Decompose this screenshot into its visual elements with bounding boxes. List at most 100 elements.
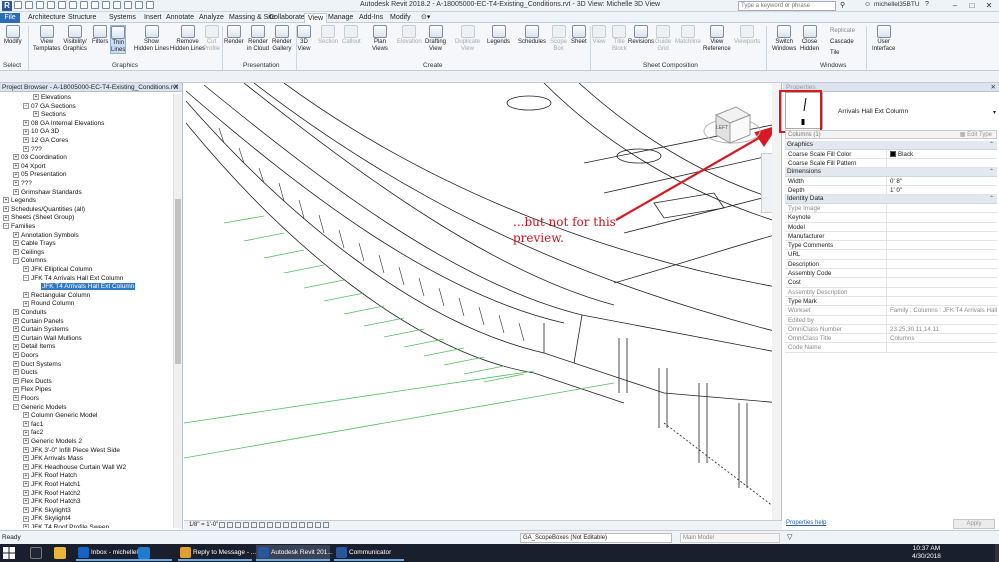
tree-item[interactable]: + JFK T4 Roof Profile Sweep (23, 524, 109, 528)
apply-button[interactable]: Apply (953, 519, 995, 529)
tab-collaborate[interactable]: Collaborate (266, 13, 308, 23)
tree-item[interactable]: + Curtain Panels (13, 318, 64, 327)
viewports-button[interactable]: Viewports (734, 25, 760, 46)
worksharing-icon[interactable] (299, 522, 305, 529)
user-interface-button[interactable]: User Interface (872, 25, 895, 52)
taskbar-app[interactable]: Autodesk Revit 201... (256, 545, 333, 561)
tree-item[interactable]: + Flex Ducts (13, 378, 52, 387)
tree-item[interactable]: + JFK 3'-0" Infill Piece West Side (23, 447, 120, 456)
collapse-icon[interactable]: − (3, 223, 9, 230)
expand-icon[interactable]: + (13, 335, 19, 342)
tree-item[interactable]: + Elevations (33, 94, 71, 103)
tree-item[interactable]: + JFK Roof Hatch3 (23, 498, 81, 507)
title-block-button[interactable]: Title Block (612, 25, 627, 52)
thin-lines-icon[interactable] (124, 1, 132, 9)
cut-profile-button[interactable]: Cut Profile (203, 25, 220, 52)
property-value[interactable] (887, 213, 997, 221)
guide-grid-button[interactable]: Guide Grid (655, 25, 671, 52)
expand-icon[interactable]: + (23, 137, 29, 144)
properties-help-link[interactable]: Properties help (786, 520, 826, 526)
render-button[interactable]: Render (224, 25, 244, 46)
tree-item[interactable]: + Ducts (13, 369, 38, 378)
3d-view-icon[interactable] (102, 1, 110, 9)
expand-icon[interactable]: + (13, 154, 19, 161)
expand-icon[interactable]: + (23, 266, 29, 273)
panel-label-create[interactable]: Create (423, 62, 443, 69)
tree-item[interactable]: + Curtain Systems (13, 326, 69, 335)
section-icon[interactable] (113, 1, 121, 9)
tree-item[interactable]: +10 GA 3D (23, 128, 59, 137)
expand-icon[interactable]: + (23, 481, 29, 488)
tree-item[interactable]: + Grimshaw Standards (13, 189, 82, 198)
open-icon[interactable] (14, 1, 22, 9)
property-value[interactable] (887, 159, 997, 167)
tree-item[interactable]: + JFK Arrivals Mass (23, 455, 83, 464)
tree-item[interactable]: + Cable Trays (13, 240, 56, 249)
expand-icon[interactable]: + (13, 395, 19, 402)
tree-item[interactable]: + JFK Skylight3 (23, 507, 71, 516)
panel-label-sheet-composition[interactable]: Sheet Composition (643, 62, 698, 69)
property-value[interactable] (887, 297, 997, 305)
collapse-icon[interactable]: ⌃ (989, 141, 994, 150)
expand-icon[interactable]: + (13, 343, 19, 350)
sheet-button[interactable]: Sheet (571, 25, 587, 46)
task-view-icon[interactable] (30, 547, 42, 559)
tree-item[interactable]: + Annotation Symbols (13, 232, 79, 241)
search-input[interactable]: Type a keyword or phrase (738, 1, 836, 11)
reveal-hidden-icon[interactable] (291, 522, 297, 529)
close-hidden-icon[interactable] (135, 1, 143, 9)
switch-windows-button[interactable]: Switch Windows (772, 25, 796, 52)
expand-icon[interactable]: + (13, 163, 19, 170)
modify-button[interactable]: Modify (4, 25, 22, 46)
tree-item[interactable]: − Generic Models (13, 404, 67, 413)
expand-icon[interactable]: + (23, 300, 29, 307)
revisions-button[interactable]: Revisions (628, 25, 654, 46)
tab-analyze[interactable]: Analyze (196, 13, 227, 23)
show-desktop-button[interactable] (995, 544, 999, 562)
tree-item[interactable]: JFK T4 Arrivals Hall Ext Column (33, 283, 136, 292)
taskbar-app[interactable]: Communicator (334, 545, 404, 561)
tab-manage[interactable]: Manage (325, 13, 356, 23)
expand-icon[interactable]: + (23, 464, 29, 471)
collapse-icon[interactable]: ⌃ (989, 195, 994, 204)
plan-views-button[interactable]: Plan Views (372, 25, 388, 52)
windows-start-icon[interactable] (3, 547, 15, 559)
highlight-icon[interactable] (315, 522, 321, 529)
tree-item[interactable]: +04 Xport (13, 163, 46, 172)
analytical-icon[interactable] (307, 522, 313, 529)
tree-item[interactable]: + Ceilings (13, 249, 44, 258)
expand-icon[interactable]: + (23, 438, 29, 445)
model-drawing[interactable] (184, 83, 782, 520)
tree-item[interactable]: + JFK Headhouse Curtain Wall W2 (23, 464, 126, 473)
drafting-view-button[interactable]: Drafting View (425, 25, 446, 52)
tree-item[interactable]: +03 Coordination (13, 154, 67, 163)
collapse-icon[interactable]: − (23, 102, 29, 109)
tab-view[interactable]: View (304, 13, 328, 23)
tree-item[interactable]: + fac1 (23, 421, 43, 430)
tab-structure[interactable]: Structure (65, 13, 99, 23)
tree-item[interactable]: +??? (13, 180, 32, 189)
tree-item[interactable]: + Sections (33, 111, 66, 120)
expand-icon[interactable]: + (13, 180, 19, 187)
expand-icon[interactable]: + (13, 386, 19, 393)
matchline-button[interactable]: Matchline (675, 25, 701, 46)
active-workset-select[interactable]: GA_ScopeBoxes (Not Editable) (520, 533, 672, 543)
visibility-graphics-button[interactable]: Visibility/ Graphics (63, 25, 87, 52)
tree-item[interactable]: + Conduits (13, 309, 47, 318)
edit-type-button[interactable]: ▦ Edit Type (960, 131, 992, 139)
expand-icon[interactable]: + (23, 292, 29, 299)
expand-icon[interactable]: + (23, 421, 29, 428)
tree-item[interactable]: + JFK Roof Hatch2 (23, 490, 81, 499)
expand-icon[interactable]: + (13, 317, 19, 324)
tree-item[interactable]: + JFK Roof Hatch (23, 472, 77, 481)
elevation-button[interactable]: Elevation (397, 25, 422, 46)
section-button[interactable]: Section (318, 25, 338, 46)
collapse-icon[interactable]: ⌃ (989, 168, 994, 177)
expand-icon[interactable]: + (23, 489, 29, 496)
property-value[interactable]: 1' 0" (887, 186, 997, 194)
sync-icon[interactable] (36, 1, 44, 9)
expand-icon[interactable]: + (23, 472, 29, 479)
crop-icon[interactable] (259, 522, 265, 529)
tab-modify[interactable]: Modify (387, 13, 414, 23)
tree-item[interactable]: +12 GA Cores (23, 137, 68, 146)
